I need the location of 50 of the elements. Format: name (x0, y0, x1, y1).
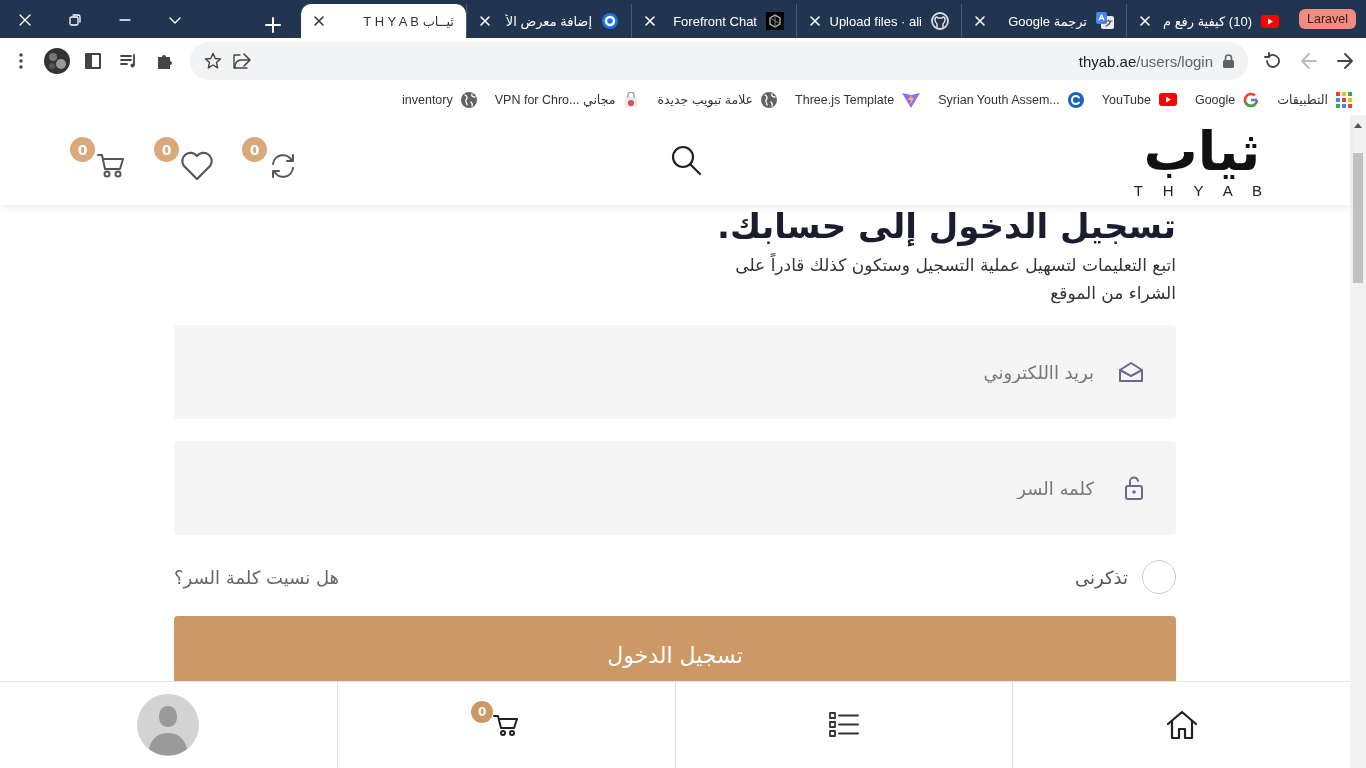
avatar-icon[interactable] (137, 694, 200, 756)
home-icon[interactable] (1164, 709, 1199, 741)
close-icon[interactable] (313, 15, 325, 27)
bookmark[interactable]: Three.js Template (795, 91, 921, 108)
play-icon (1158, 93, 1177, 106)
count-badge: 0 (471, 701, 494, 723)
bookmark[interactable]: التطبيقات (1277, 91, 1352, 108)
star-icon[interactable] (204, 52, 222, 70)
c-logo-icon (1067, 91, 1084, 108)
password-field[interactable]: كلمه السر (174, 441, 1176, 535)
shopping-bag-icon (623, 91, 640, 108)
intro-text: اتبع التعليمات لتسهيل عملية التسجيل وستكون كذلك قادراً على الشراء من الموقع (734, 252, 1176, 306)
scrollbar-thumb[interactable] (1353, 153, 1363, 283)
url-text: thyab.ae/users/login (1078, 52, 1213, 70)
lock-icon (1223, 54, 1234, 68)
bookmark[interactable]: inventory (402, 91, 477, 108)
play-icon (1261, 14, 1279, 28)
bookmark[interactable]: VPN for Chro... مجاني (494, 91, 640, 108)
tab-group-label[interactable]: Laravel (1299, 9, 1356, 29)
remember-checkbox[interactable] (1142, 560, 1176, 594)
remember-label: تذكرنى (1075, 566, 1128, 588)
cart-icon[interactable] (493, 713, 520, 737)
profile-avatar[interactable] (42, 46, 72, 76)
forgot-password-link[interactable]: هل نسيت كلمة السر؟ (174, 566, 340, 588)
cart-icon[interactable] (96, 151, 126, 179)
bookmark[interactable]: Google (1194, 91, 1260, 108)
bookmark[interactable]: Syrian Youth Assem... (938, 91, 1084, 108)
page-heading: تسجيل الدخول إلى حسابك. (715, 205, 1176, 247)
translate-icon (1096, 12, 1114, 30)
heart-icon[interactable] (180, 151, 214, 181)
browser-tab[interactable]: ثيــاب T H Y A B (301, 4, 466, 38)
bookmark[interactable]: علامة تبويب جديدة (657, 91, 778, 108)
bookmark[interactable]: YouTube (1101, 92, 1177, 107)
email-field[interactable]: بريد االلكتروني (174, 325, 1176, 419)
apps-grid-icon (1336, 91, 1352, 108)
cat-icon (931, 12, 949, 30)
ring-icon (601, 12, 619, 30)
g-logo-icon (1243, 91, 1260, 108)
list-icon[interactable] (828, 712, 859, 738)
address-bar[interactable]: thyab.ae/users/login (190, 42, 1248, 80)
search-icon[interactable] (669, 144, 702, 176)
count-badge: 0 (70, 137, 95, 162)
count-badge: 0 (242, 137, 267, 162)
globe-icon (761, 91, 778, 108)
globe-icon (460, 91, 477, 108)
lightning-icon (902, 91, 921, 108)
share-icon[interactable] (232, 52, 252, 70)
hexagon-icon (766, 12, 784, 30)
count-badge: 0 (154, 137, 179, 162)
scroll-up-icon[interactable] (1353, 121, 1363, 129)
